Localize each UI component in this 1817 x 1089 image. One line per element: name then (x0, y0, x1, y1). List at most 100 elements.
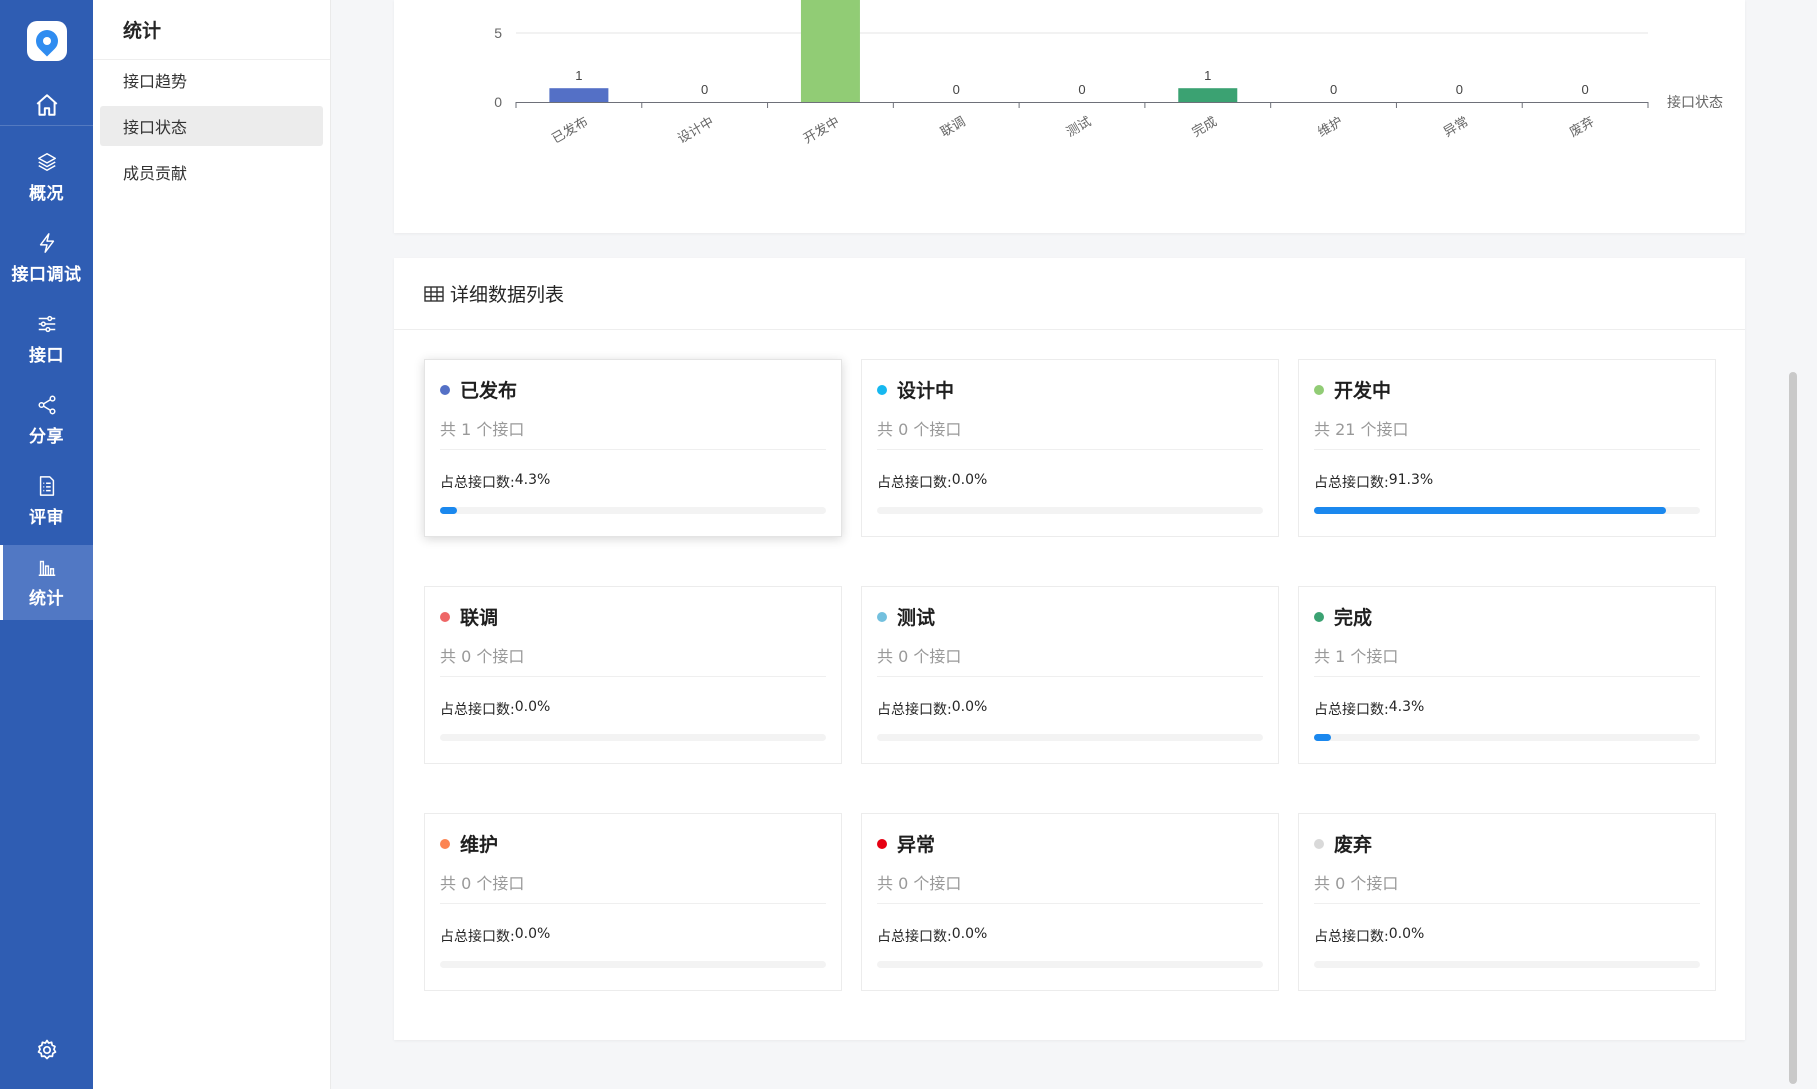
progress-bar (1314, 507, 1700, 514)
status-card[interactable]: 废弃共 0 个接口 占总接口数: 0.0% (1298, 813, 1716, 991)
status-bar-chart: 0510 0 010 0 0已发布 设计中 开发中 联调 测试 完成 维护 异常 废弃接口状态 (494, 0, 1723, 146)
divider (440, 903, 826, 904)
nav-item-stats[interactable]: 统计 (0, 545, 93, 620)
count-value: 0 (1335, 874, 1346, 893)
home-icon (36, 93, 57, 116)
count-suffix: 个接口 (1345, 647, 1399, 666)
bar-data-label: 0 (1078, 82, 1085, 97)
nav-item-api[interactable]: 接口 (0, 302, 93, 377)
status-percentage: 占总接口数: 0.0% (440, 926, 550, 946)
bar (800, 0, 860, 102)
status-card[interactable]: 已发布共 1 个接口 占总接口数: 4.3% (424, 359, 842, 537)
progress-fill (1314, 507, 1667, 514)
bar (1178, 88, 1238, 102)
status-card-title: 异常 (877, 830, 935, 857)
status-card-title: 已发布 (440, 376, 517, 403)
status-count: 共 0 个接口 (877, 870, 961, 894)
count-value: 0 (898, 647, 909, 666)
stats-subnav: 统计 接口趋势 接口状态 成员贡献 (93, 0, 331, 1089)
divider (1314, 903, 1700, 904)
status-count: 共 0 个接口 (440, 643, 524, 667)
divider (877, 449, 1263, 450)
status-card[interactable]: 开发中共 21 个接口 占总接口数: 91.3% (1298, 359, 1716, 537)
status-dot (1314, 384, 1324, 395)
nav-item-review[interactable]: 评审 (0, 464, 93, 539)
status-card-title: 开发中 (1314, 376, 1391, 403)
status-card-title: 联调 (440, 603, 498, 630)
layers-icon (37, 153, 56, 171)
count-suffix: 个接口 (1355, 420, 1409, 439)
x-tick-label: 完成 (1189, 114, 1219, 140)
pct-label: 占总接口数: (1314, 929, 1389, 945)
status-percentage: 占总接口数: 4.3% (440, 472, 550, 492)
status-name: 开发中 (1334, 380, 1392, 402)
status-dot (440, 384, 450, 395)
pct-label: 占总接口数: (440, 929, 515, 945)
subnav-item-trend[interactable]: 接口趋势 (100, 60, 323, 100)
status-card[interactable]: 异常共 0 个接口占总接口数: 0.0% (861, 813, 1279, 991)
status-chart-card: 0 5 1 0 0 0 1 0 0 0 已发布 设计中 开发中 联调 测试 完成 维护 异常 废弃 接口状态 (394, 0, 1745, 233)
status-card[interactable]: 联调共 0 个接口 占总接口数: 0.0% (424, 586, 842, 764)
lightning-icon (39, 233, 54, 253)
status-count: 共 0 个接口 (1314, 870, 1398, 894)
scrollbar[interactable] (1781, 0, 1799, 1089)
status-dot (440, 838, 450, 849)
bar-data-label: 0 (1456, 82, 1463, 97)
count-prefix: 共 (440, 874, 462, 893)
status-dot (1314, 838, 1324, 849)
status-name: 完成 (1334, 607, 1373, 629)
pct-label: 占总接口数: (1314, 475, 1389, 491)
pct-value: 0.0% (951, 699, 988, 715)
bar-data-label: 0 (953, 82, 960, 97)
status-count: 共 0 个接口 (440, 870, 524, 894)
status-card[interactable]: 完成共 1 个接口 占总接口数: 4.3% (1298, 586, 1716, 764)
status-card[interactable]: 测试共 0 个接口 占总接口数: 0.0% (861, 586, 1279, 764)
nav-item-label: 接口 (29, 346, 64, 366)
subnav-title: 统计 (93, 0, 330, 60)
x-tick-label: 测试 (1063, 114, 1093, 140)
status-percentage: 占总接口数: 0.0% (877, 699, 987, 719)
count-value: 0 (898, 874, 909, 893)
home-button[interactable] (0, 84, 93, 126)
divider (877, 903, 1263, 904)
x-tick-label: 开发中 (801, 114, 842, 146)
status-percentage: 占总接口数: 4.3% (1314, 699, 1424, 719)
nav-item-label: 接口调试 (11, 265, 82, 285)
app-logo[interactable] (27, 21, 67, 61)
nav-item-overview[interactable]: 概况 (0, 140, 93, 215)
count-prefix: 共 (440, 420, 462, 439)
detail-list-header: 详细数据列表 (394, 258, 1745, 330)
count-suffix: 个接口 (1345, 874, 1399, 893)
status-dot (440, 611, 450, 622)
count-suffix: 个接口 (471, 647, 525, 666)
pct-value: 0.0% (514, 699, 551, 715)
y-tick-label: 5 (494, 25, 502, 41)
progress-bar (1314, 961, 1700, 968)
scrollbar-thumb[interactable] (1789, 372, 1797, 1084)
x-tick-label: 已发布 (549, 114, 590, 146)
count-suffix: 个接口 (471, 874, 525, 893)
nav-item-share[interactable]: 分享 (0, 383, 93, 458)
divider (440, 449, 826, 450)
subnav-item-contribution[interactable]: 成员贡献 (100, 152, 323, 192)
status-count: 共 21 个接口 (1314, 416, 1409, 440)
nav-item-label: 分享 (29, 427, 64, 447)
sliders-icon (38, 315, 55, 333)
status-card[interactable]: 设计中共 0 个接口 占总接口数: 0.0% (861, 359, 1279, 537)
status-name: 设计中 (897, 380, 955, 402)
divider (1314, 676, 1700, 677)
subnav-item-status[interactable]: 接口状态 (100, 106, 323, 146)
table-icon (424, 285, 444, 302)
bar-data-label: 1 (575, 68, 582, 83)
status-card[interactable]: 维护共 0 个接口 占总接口数: 0.0% (424, 813, 842, 991)
pct-value: 4.3% (514, 472, 551, 488)
nav-item-debug[interactable]: 接口调试 (0, 221, 93, 296)
pct-label: 占总接口数: (877, 475, 952, 491)
pct-label: 占总接口数: (1314, 702, 1389, 718)
x-tick-label: 异常 (1441, 114, 1471, 140)
divider (1314, 449, 1700, 450)
settings-button[interactable] (0, 1035, 93, 1065)
status-percentage: 占总接口数: 0.0% (877, 926, 987, 946)
nav-item-label: 统计 (29, 589, 64, 609)
pct-value: 0.0% (514, 926, 551, 942)
